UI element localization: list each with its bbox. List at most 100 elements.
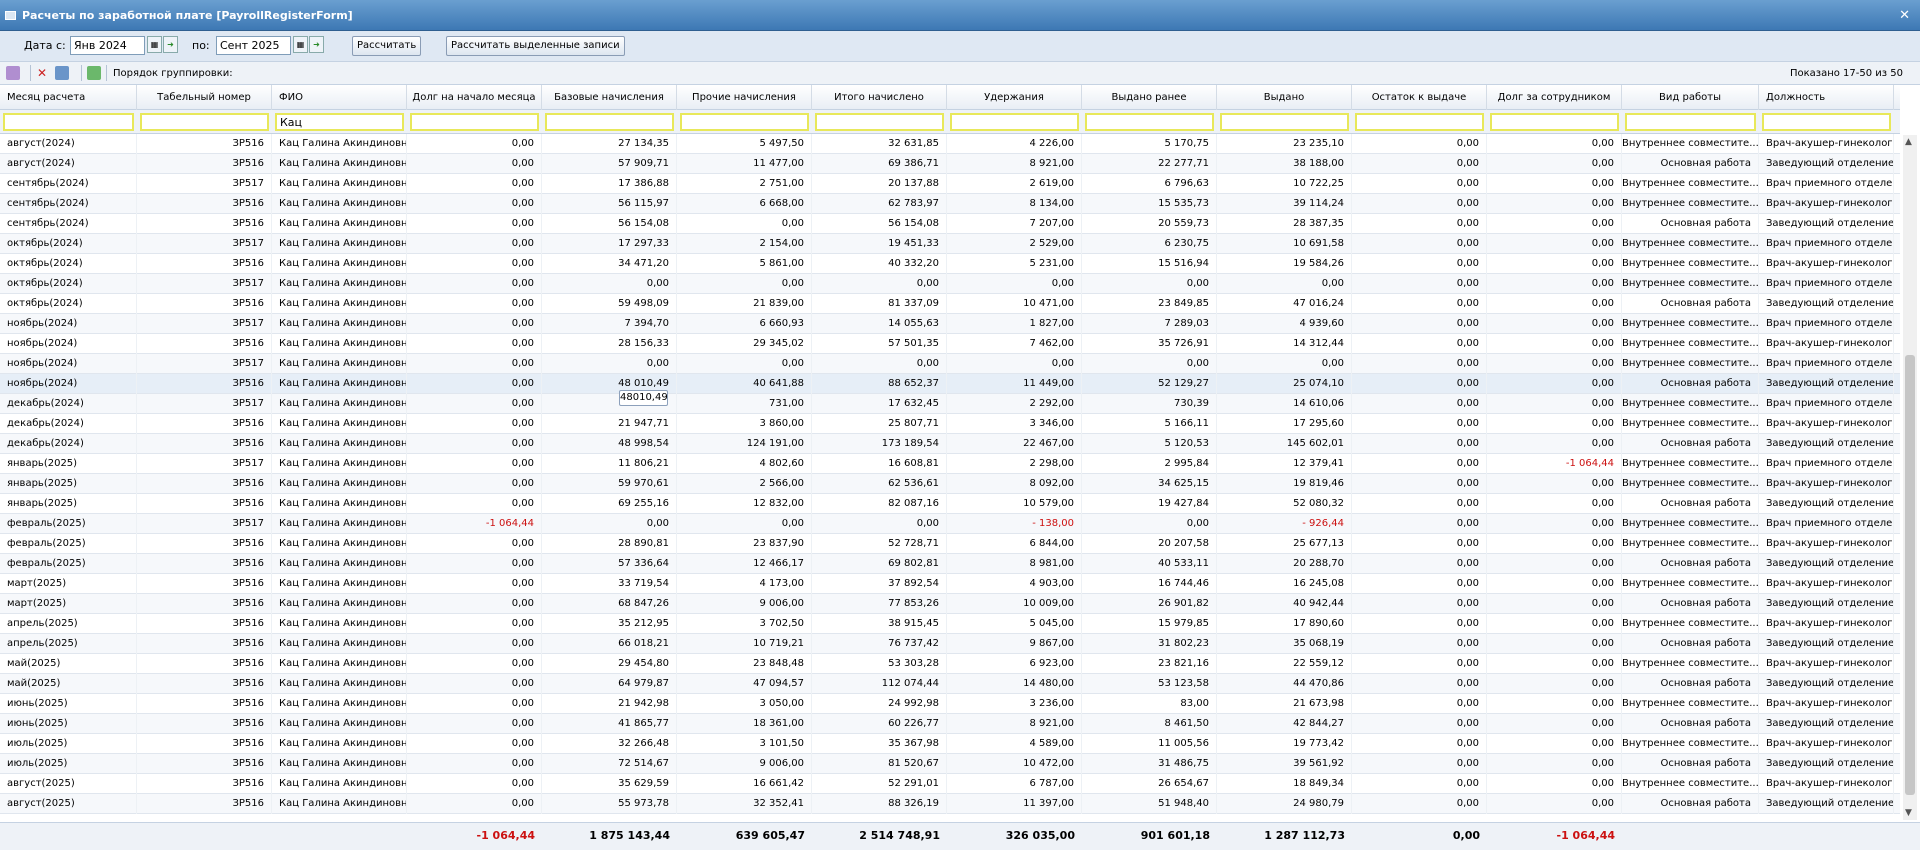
column-header-fio[interactable]: ФИО bbox=[272, 85, 407, 110]
cell-position: Врач приемного отделе... bbox=[1759, 234, 1894, 254]
table-row[interactable]: июль(2025) ЗР516 Кац Галина Акиндиновна 0,0… bbox=[0, 734, 1900, 754]
filter-input-employee-debt[interactable] bbox=[1490, 113, 1619, 131]
column-header-tab-number[interactable]: Табельный номер bbox=[137, 85, 272, 110]
cell-total-accrued: 81 520,67 bbox=[812, 754, 947, 774]
cell-work-type: Внутреннее совместите... bbox=[1622, 334, 1759, 354]
cell-employee-debt: 0,00 bbox=[1487, 734, 1622, 754]
column-header-deductions[interactable]: Удержания bbox=[947, 85, 1082, 110]
table-row[interactable]: май(2025) ЗР516 Кац Галина Акиндиновна 0,00… bbox=[0, 654, 1900, 674]
table-row[interactable]: июнь(2025) ЗР516 Кац Галина Акиндиновна 0,0… bbox=[0, 714, 1900, 734]
cell-deductions: 7 462,00 bbox=[947, 334, 1082, 354]
calculate-selected-button[interactable]: Рассчитать выделенные записи bbox=[446, 36, 625, 56]
column-header-debt-start[interactable]: Долг на начало месяца bbox=[407, 85, 542, 110]
calculate-button[interactable]: Рассчитать bbox=[352, 36, 422, 56]
table-row[interactable]: октябрь(2024) ЗР517 Кац Галина Акиндиновна… bbox=[0, 234, 1900, 254]
table-row[interactable]: декабрь(2024) ЗР516 Кац Галина Акиндиновна… bbox=[0, 414, 1900, 434]
cell-fio: Кац Галина Акиндиновна bbox=[272, 714, 407, 734]
filter-input-total-accrued[interactable] bbox=[815, 113, 944, 131]
filter-input-paid[interactable] bbox=[1220, 113, 1349, 131]
scroll-up-icon[interactable]: ▲ bbox=[1905, 137, 1912, 147]
column-header-employee-debt[interactable]: Долг за сотрудником bbox=[1487, 85, 1622, 110]
table-row[interactable]: май(2025) ЗР516 Кац Галина Акиндиновна 0,00… bbox=[0, 674, 1900, 694]
table-row[interactable]: октябрь(2024) ЗР516 Кац Галина Акиндиновна… bbox=[0, 294, 1900, 314]
table-row[interactable]: октябрь(2024) ЗР517 Кац Галина Акиндиновна… bbox=[0, 274, 1900, 294]
cell-balance: 0,00 bbox=[1352, 254, 1487, 274]
cell-deductions: 8 092,00 bbox=[947, 474, 1082, 494]
cell-deductions: 6 844,00 bbox=[947, 534, 1082, 554]
table-row[interactable]: ноябрь(2024) ЗР516 Кац Галина Акиндиновна 0… bbox=[0, 374, 1900, 394]
column-header-month[interactable]: Месяц расчета bbox=[0, 85, 137, 110]
filter-input-tab-number[interactable] bbox=[140, 113, 269, 131]
calendar-icon[interactable]: ▦ bbox=[147, 36, 162, 53]
column-header-other-accruals[interactable]: Прочие начисления bbox=[677, 85, 812, 110]
scroll-thumb[interactable] bbox=[1905, 355, 1915, 795]
table-row[interactable]: апрель(2025) ЗР516 Кац Галина Акиндиновна 0… bbox=[0, 614, 1900, 634]
table-row[interactable]: июнь(2025) ЗР516 Кац Галина Акиндиновна 0,0… bbox=[0, 694, 1900, 714]
vertical-scrollbar[interactable]: ▲ ▼ bbox=[1903, 135, 1917, 820]
table-row[interactable]: ноябрь(2024) ЗР517 Кац Галина Акиндиновна 0… bbox=[0, 314, 1900, 334]
date-from-input[interactable]: Янв 2024 bbox=[70, 36, 145, 55]
refresh-icon[interactable] bbox=[87, 66, 101, 80]
table-row[interactable]: октябрь(2024) ЗР516 Кац Галина Акиндиновна… bbox=[0, 254, 1900, 274]
filter-input-fio[interactable] bbox=[275, 113, 404, 131]
cell-work-type: Основная работа bbox=[1622, 554, 1759, 574]
close-icon[interactable]: ✕ bbox=[1899, 8, 1910, 23]
filter-input-base-accruals[interactable] bbox=[545, 113, 674, 131]
cell-month: декабрь(2024) bbox=[0, 434, 137, 454]
date-to-input[interactable]: Сент 2025 bbox=[216, 36, 291, 55]
table-row[interactable]: март(2025) ЗР516 Кац Галина Акиндиновна 0,0… bbox=[0, 574, 1900, 594]
column-header-work-type[interactable]: Вид работы bbox=[1622, 85, 1759, 110]
calendar-icon[interactable]: ▦ bbox=[293, 36, 308, 53]
filter-input-balance[interactable] bbox=[1355, 113, 1484, 131]
cell-debt-start: 0,00 bbox=[407, 494, 542, 514]
table-row[interactable]: февраль(2025) ЗР516 Кац Галина Акиндиновна… bbox=[0, 554, 1900, 574]
filter-input-paid-earlier[interactable] bbox=[1085, 113, 1214, 131]
table-row[interactable]: январь(2025) ЗР517 Кац Галина Акиндиновна 0… bbox=[0, 454, 1900, 474]
filter-input-debt-start[interactable] bbox=[410, 113, 539, 131]
scroll-down-icon[interactable]: ▼ bbox=[1905, 808, 1912, 818]
table-row[interactable]: апрель(2025) ЗР516 Кац Галина Акиндиновна 0… bbox=[0, 634, 1900, 654]
apply-icon[interactable]: ➜ bbox=[309, 36, 324, 53]
table-row[interactable]: август(2024) ЗР516 Кац Галина Акиндиновна 0… bbox=[0, 134, 1900, 154]
column-header-base-accruals[interactable]: Базовые начисления bbox=[542, 85, 677, 110]
table-row[interactable]: ноябрь(2024) ЗР517 Кац Галина Акиндиновна 0… bbox=[0, 354, 1900, 374]
columns-menu-icon[interactable] bbox=[6, 66, 20, 80]
table-row[interactable]: декабрь(2024) ЗР516 Кац Галина Акиндиновна… bbox=[0, 434, 1900, 454]
table-row[interactable]: август(2025) ЗР516 Кац Галина Акиндиновна 0… bbox=[0, 774, 1900, 794]
cell-base-accruals: 0,00 bbox=[542, 354, 677, 374]
column-header-balance[interactable]: Остаток к выдаче bbox=[1352, 85, 1487, 110]
table-row[interactable]: июль(2025) ЗР516 Кац Галина Акиндиновна 0,0… bbox=[0, 754, 1900, 774]
table-row[interactable]: январь(2025) ЗР516 Кац Галина Акиндиновна 0… bbox=[0, 474, 1900, 494]
table-row[interactable]: март(2025) ЗР516 Кац Галина Акиндиновна 0,0… bbox=[0, 594, 1900, 614]
filter-input-work-type[interactable] bbox=[1625, 113, 1756, 131]
table-row[interactable]: февраль(2025) ЗР516 Кац Галина Акиндиновна… bbox=[0, 534, 1900, 554]
cell-balance: 0,00 bbox=[1352, 394, 1487, 414]
table-row[interactable]: январь(2025) ЗР516 Кац Галина Акиндиновна 0… bbox=[0, 494, 1900, 514]
cell-employee-debt: 0,00 bbox=[1487, 714, 1622, 734]
cell-employee-debt: 0,00 bbox=[1487, 574, 1622, 594]
filter-input-other-accruals[interactable] bbox=[680, 113, 809, 131]
cell-employee-debt: 0,00 bbox=[1487, 674, 1622, 694]
cell-other-accruals: 3 101,50 bbox=[677, 734, 812, 754]
filter-input-position[interactable] bbox=[1762, 113, 1891, 131]
cell-fio: Кац Галина Акиндиновна bbox=[272, 274, 407, 294]
table-row[interactable]: ноябрь(2024) ЗР516 Кац Галина Акиндиновна 0… bbox=[0, 334, 1900, 354]
table-row[interactable]: август(2025) ЗР516 Кац Галина Акиндиновна 0… bbox=[0, 794, 1900, 814]
filter-input-month[interactable] bbox=[3, 113, 134, 131]
column-header-paid[interactable]: Выдано bbox=[1217, 85, 1352, 110]
column-header-position[interactable]: Должность bbox=[1759, 85, 1894, 110]
cell-employee-debt: 0,00 bbox=[1487, 174, 1622, 194]
table-row[interactable]: декабрь(2024) ЗР517 Кац Галина Акиндиновна… bbox=[0, 394, 1900, 414]
cell-employee-debt: 0,00 bbox=[1487, 374, 1622, 394]
apply-icon[interactable]: ➜ bbox=[163, 36, 178, 53]
column-header-paid-earlier[interactable]: Выдано ранее bbox=[1082, 85, 1217, 110]
table-row[interactable]: август(2024) ЗР516 Кац Галина Акиндиновна 0… bbox=[0, 154, 1900, 174]
column-header-total-accrued[interactable]: Итого начислено bbox=[812, 85, 947, 110]
clear-filter-icon[interactable]: ✕ bbox=[35, 66, 49, 80]
table-row[interactable]: сентябрь(2024) ЗР516 Кац Галина Акиндиновн… bbox=[0, 214, 1900, 234]
filter-input-deductions[interactable] bbox=[950, 113, 1079, 131]
export-icon[interactable] bbox=[55, 66, 69, 80]
table-row[interactable]: сентябрь(2024) ЗР516 Кац Галина Акиндиновн… bbox=[0, 194, 1900, 214]
table-row[interactable]: февраль(2025) ЗР517 Кац Галина Акиндиновна… bbox=[0, 514, 1900, 534]
table-row[interactable]: сентябрь(2024) ЗР517 Кац Галина Акиндиновн… bbox=[0, 174, 1900, 194]
